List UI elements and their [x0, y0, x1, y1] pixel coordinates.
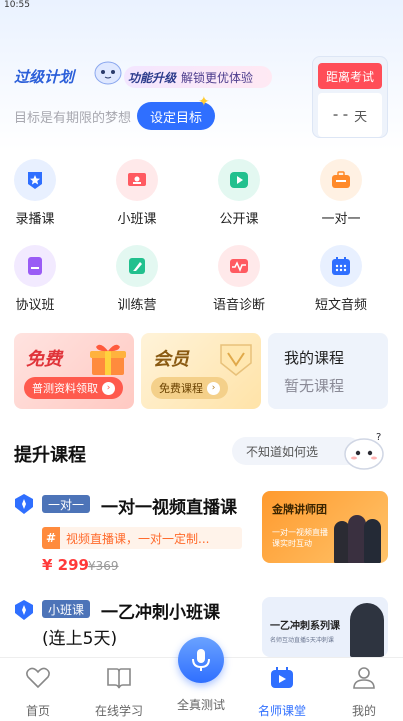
course-tag: 一对一: [42, 495, 91, 513]
heart-icon: [26, 667, 50, 689]
thumbnail-subtitle: 一对一视频直播 课实时互动: [272, 528, 328, 548]
upgrade-banner[interactable]: 功能升级 解锁更优体验: [124, 66, 272, 88]
book-icon: [107, 668, 131, 689]
category-agreement-class[interactable]: 协议班: [0, 245, 70, 313]
shield-badge-icon: [15, 600, 33, 620]
thumbnail-subtitle: 名师互动直播5天冲刺课: [270, 637, 334, 644]
category-small-class[interactable]: 小班课: [102, 159, 172, 227]
svg-text:?: ?: [376, 432, 381, 443]
exam-countdown-label: 距离考试: [318, 63, 382, 89]
waveform-icon: [218, 245, 260, 287]
course-title: 一乙冲刺小班课: [101, 603, 220, 623]
category-label: 语音诊断: [212, 298, 265, 313]
category-label: 录播课: [15, 212, 55, 227]
vip-title: 会员: [153, 349, 189, 370]
document-icon: [14, 245, 56, 287]
mascot-question-icon: ?: [344, 432, 384, 470]
nav-label: 首页: [25, 704, 50, 718]
category-label: 公开课: [219, 212, 259, 227]
vip-shield-icon: [220, 344, 252, 376]
edit-icon: [116, 245, 158, 287]
course-title-line2: (连上5天): [42, 629, 118, 649]
upgrade-label: 功能升级: [128, 70, 177, 85]
play-icon: [218, 159, 260, 201]
chevron-right-icon: ›: [207, 381, 220, 395]
mascot-icon: [94, 61, 122, 85]
category-open-class[interactable]: 公开课: [204, 159, 274, 227]
hash-icon: #: [42, 527, 60, 549]
vip-pill-label: 免费课程: [159, 382, 203, 395]
free-materials-card[interactable]: 免费 普测资料领取 ›: [14, 333, 134, 409]
vip-card[interactable]: 会员 免费课程 ›: [141, 333, 261, 409]
free-course-button[interactable]: 免费课程 ›: [151, 377, 228, 399]
nav-label: 全真测试: [176, 698, 225, 712]
nav-label: 名师课堂: [257, 704, 306, 718]
course-thumbnail: 一乙冲刺系列课 名师互动直播5天冲刺课: [262, 597, 388, 657]
star-badge-icon: [14, 159, 56, 201]
course-price: ¥ 299: [42, 556, 89, 574]
microphone-button[interactable]: [178, 637, 224, 683]
status-time: 10:55: [4, 0, 30, 10]
course-subline-text: 视频直播课，一对一定制...: [66, 531, 210, 546]
shield-badge-icon: [15, 494, 33, 514]
my-courses-title: 我的课程: [284, 349, 345, 367]
plan-title: 过级计划: [14, 68, 75, 86]
upgrade-text: 解锁更优体验: [181, 70, 254, 85]
nav-label: 在线学习: [94, 704, 143, 718]
my-courses-empty: 暂无课程: [284, 377, 345, 395]
status-bar: 10:55: [0, 0, 403, 12]
free-title: 免费: [26, 349, 62, 370]
category-recorded-course[interactable]: 录播课: [0, 159, 70, 227]
exam-countdown-unit: 天: [354, 109, 368, 125]
category-label: 短文音频: [314, 298, 367, 313]
goal-slogan: 目标是有期限的梦想: [14, 111, 132, 126]
nav-mine[interactable]: 我的: [329, 666, 399, 719]
chevron-right-icon: ›: [102, 381, 115, 395]
nav-online-learning[interactable]: 在线学习: [84, 666, 154, 719]
nav-full-test[interactable]: 全真测试: [166, 688, 236, 713]
nav-label: 我的: [351, 704, 376, 718]
teacher-photo: [364, 519, 381, 563]
category-label: 一对一: [321, 212, 361, 227]
thumbnail-title: 金牌讲师团: [272, 503, 327, 516]
category-one-on-one[interactable]: 一对一: [306, 159, 376, 227]
class-board-icon: [116, 159, 158, 201]
person-icon: [353, 667, 375, 689]
my-courses-card[interactable]: 我的课程 暂无课程: [268, 333, 388, 409]
category-voice-diagnosis[interactable]: 语音诊断: [204, 245, 274, 313]
free-pill-label: 普测资料领取: [32, 382, 98, 395]
gift-icon: [90, 344, 126, 375]
course-tag: 小班课: [42, 600, 91, 618]
sparkle-icon: ✦: [198, 94, 210, 110]
course-old-price: ¥369: [88, 559, 119, 573]
section-title: 提升课程: [14, 445, 86, 466]
free-materials-button[interactable]: 普测资料领取 ›: [24, 377, 123, 399]
briefcase-icon: [320, 159, 362, 201]
help-choose-label: 不知道如何选: [246, 444, 319, 459]
nav-home[interactable]: 首页: [3, 666, 73, 719]
course-subline: # 视频直播课，一对一定制...: [42, 527, 242, 549]
teacher-photo: [350, 603, 384, 657]
category-label: 训练营: [117, 298, 157, 313]
category-training-camp[interactable]: 训练营: [102, 245, 172, 313]
nav-teacher-class[interactable]: 名师课堂: [247, 666, 317, 719]
microphone-icon: [192, 649, 210, 671]
category-short-audio[interactable]: 短文音频: [306, 245, 376, 313]
category-label: 协议班: [15, 298, 55, 313]
exam-countdown-card[interactable]: 距离考试 - - 天: [312, 56, 388, 138]
exam-countdown-value: - -: [332, 107, 349, 123]
video-icon: [271, 667, 293, 688]
calendar-icon: [320, 245, 362, 287]
category-label: 小班课: [117, 212, 157, 227]
course-title: 一对一视频直播课: [101, 498, 237, 518]
course-thumbnail: 金牌讲师团 一对一视频直播 课实时互动: [262, 491, 388, 563]
thumbnail-title: 一乙冲刺系列课: [270, 621, 340, 632]
